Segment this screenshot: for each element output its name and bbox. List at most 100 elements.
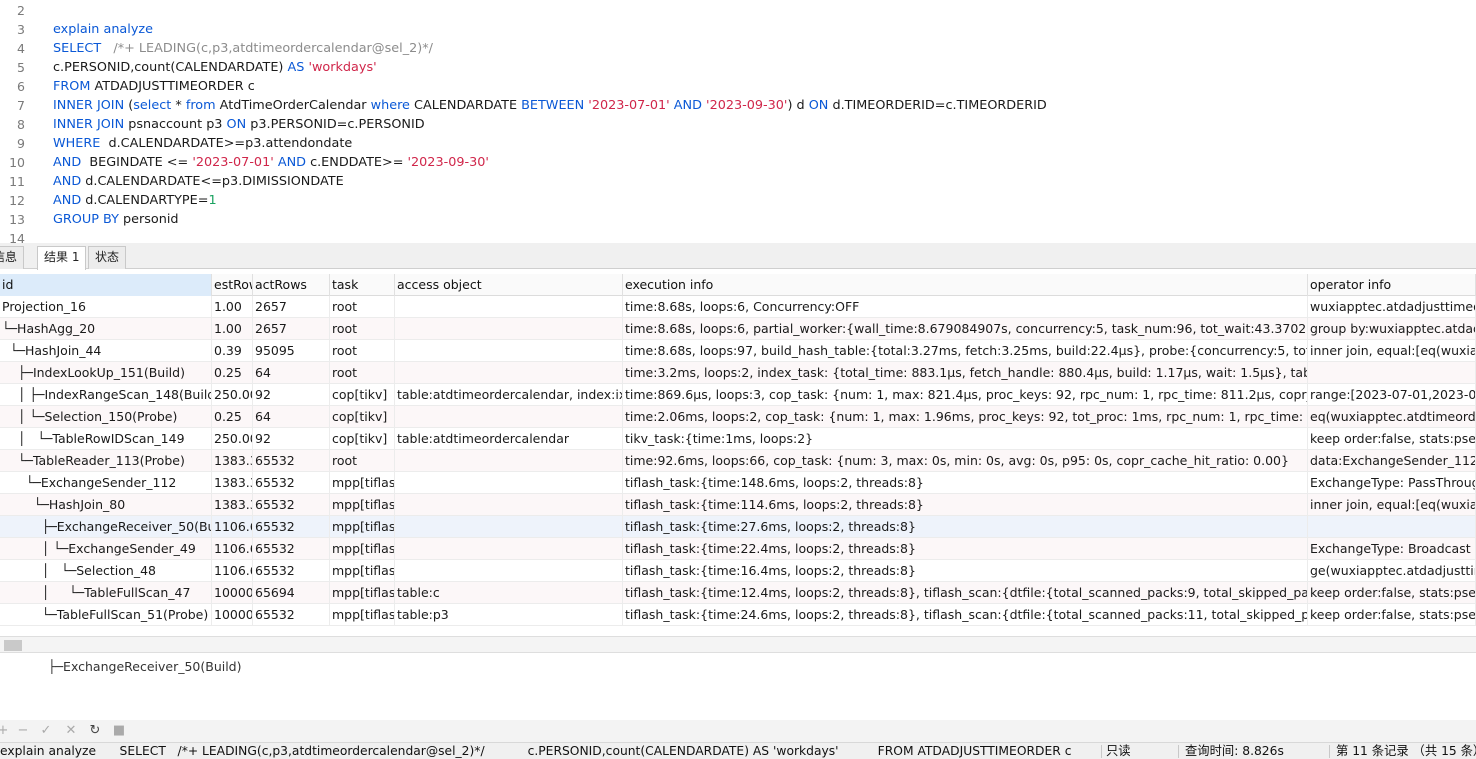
col-task-cell[interactable]: mpp[tiflash]	[330, 538, 395, 560]
col-operator-info-cell[interactable]: ExchangeType: Broadcast	[1308, 538, 1476, 560]
table-row[interactable]: └─TableFullScan_51(Probe)10000.0065532mp…	[0, 604, 1476, 626]
col-task-cell[interactable]: mpp[tiflash]	[330, 472, 395, 494]
col-task-cell[interactable]: cop[tikv]	[330, 428, 395, 450]
col-operator-info-cell[interactable]	[1308, 516, 1476, 538]
table-row[interactable]: │ └─Selection_150(Probe) 0.25 64 cop[tikv] t…	[0, 406, 1476, 428]
col-execution-info-cell[interactable]: time:8.68s, loops:6, Concurrency:OFF	[623, 296, 1308, 318]
table-row[interactable]: │ └─Selection_481106.6965532mpp[tiflash]…	[0, 560, 1476, 582]
col-access-object-cell[interactable]	[395, 538, 623, 560]
discard-changes-icon[interactable]: ✕	[62, 722, 80, 740]
col-operator-info-cell[interactable]: inner join, equal:[eq(wuxiapptec	[1308, 340, 1476, 362]
apply-changes-icon[interactable]: ✓	[37, 722, 55, 740]
col-est-rows-cell[interactable]: 10000.00	[212, 604, 253, 626]
col-task-cell[interactable]: root	[330, 450, 395, 472]
col-act-rows-cell[interactable]: 65532	[253, 604, 330, 626]
col-est-rows-cell[interactable]: 1106.69	[212, 560, 253, 582]
col-act-rows-cell[interactable]: 2657	[253, 296, 330, 318]
stop-icon[interactable]: ■	[110, 722, 128, 740]
col-est-rows-cell[interactable]: 1383.36	[212, 450, 253, 472]
col-act-rows-cell[interactable]: 65532	[253, 494, 330, 516]
col-execution-info-cell[interactable]: time:8.68s, loops:97, build_hash_table:{…	[623, 340, 1308, 362]
col-act-rows-cell[interactable]: 2657	[253, 318, 330, 340]
table-row[interactable]: ├─IndexLookUp_151(Build) 0.25 64 root time:3…	[0, 362, 1476, 384]
col-task-cell[interactable]: mpp[tiflash]	[330, 582, 395, 604]
col-id-header[interactable]: id	[0, 274, 212, 296]
col-est-rows-cell[interactable]: 0.25	[212, 406, 253, 428]
col-est-rows-cell[interactable]: 1106.69	[212, 516, 253, 538]
col-est-rows-cell[interactable]: 1.00	[212, 296, 253, 318]
col-task-cell[interactable]: root	[330, 340, 395, 362]
table-row[interactable]: │ └─ExchangeSender_491106.6965532mpp[tif…	[0, 538, 1476, 560]
col-est-rows-cell[interactable]: 1383.36	[212, 494, 253, 516]
col-access-object-cell[interactable]	[395, 450, 623, 472]
col-operator-info-cell[interactable]: keep order:false, stats:pseudo	[1308, 428, 1476, 450]
col-act-rows-cell[interactable]: 92	[253, 384, 330, 406]
table-row[interactable]: │ └─TableFullScan_4710000.0065694mpp[tif…	[0, 582, 1476, 604]
table-row[interactable]: ├─ExchangeReceiver_50(Build)1106.6965532…	[0, 516, 1476, 538]
col-act-rows-cell[interactable]: 64	[253, 406, 330, 428]
col-act-rows-cell[interactable]: 92	[253, 428, 330, 450]
col-task-cell[interactable]: cop[tikv]	[330, 384, 395, 406]
col-execution-info-cell[interactable]: tiflash_task:{time:16.4ms, loops:2, thre…	[623, 560, 1308, 582]
col-id-cell[interactable]: └─HashJoin_44	[0, 340, 212, 362]
table-row[interactable]: └─ExchangeSender_1121383.3665532mpp[tifl…	[0, 472, 1476, 494]
col-access-object-cell[interactable]	[395, 516, 623, 538]
col-id-cell[interactable]: │ └─Selection_150(Probe)	[0, 406, 212, 428]
table-row[interactable]: └─TableReader_113(Probe)1383.3665532root…	[0, 450, 1476, 472]
col-id-cell[interactable]: │ └─TableFullScan_47	[0, 582, 212, 604]
col-est-rows-cell[interactable]: 250.00	[212, 428, 253, 450]
col-act-rows-cell[interactable]: 64	[253, 362, 330, 384]
col-id-cell[interactable]: ├─ExchangeReceiver_50(Build)	[0, 516, 212, 538]
col-execution-info-header[interactable]: execution info	[623, 274, 1308, 296]
table-row[interactable]: │ ├─IndexRangeScan_148(Build)250.0092cop…	[0, 384, 1476, 406]
col-execution-info-cell[interactable]: time:3.2ms, loops:2, index_task: {total_…	[623, 362, 1308, 384]
col-operator-info-cell[interactable]: range:[2023-07-01,2023-09-30]	[1308, 384, 1476, 406]
col-task-cell[interactable]: root	[330, 296, 395, 318]
col-execution-info-cell[interactable]: time:92.6ms, loops:66, cop_task: {num: 3…	[623, 450, 1308, 472]
col-task-cell[interactable]: mpp[tiflash]	[330, 516, 395, 538]
col-task-cell[interactable]: mpp[tiflash]	[330, 604, 395, 626]
col-execution-info-cell[interactable]: tiflash_task:{time:114.6ms, loops:2, thr…	[623, 494, 1308, 516]
tab-result-1[interactable]: 结果 1	[37, 246, 87, 270]
col-est-rows-cell[interactable]: 10000.00	[212, 582, 253, 604]
delete-record-icon[interactable]: −	[14, 722, 32, 740]
col-id-cell[interactable]: Projection_16	[0, 296, 212, 318]
col-act-rows-cell[interactable]: 65532	[253, 516, 330, 538]
col-execution-info-cell[interactable]: tiflash_task:{time:12.4ms, loops:2, thre…	[623, 582, 1308, 604]
col-operator-info-header[interactable]: operator info	[1308, 274, 1476, 296]
col-execution-info-cell[interactable]: time:8.68s, loops:6, partial_worker:{wal…	[623, 318, 1308, 340]
table-row[interactable]: └─HashJoin_44 0.39 95095 root time:8.68s, lo…	[0, 340, 1476, 362]
refresh-icon[interactable]: ↻	[86, 722, 104, 740]
col-task-cell[interactable]: cop[tikv]	[330, 406, 395, 428]
col-access-object-cell[interactable]	[395, 318, 623, 340]
col-act-rows-cell[interactable]: 65532	[253, 472, 330, 494]
col-operator-info-cell[interactable]: data:ExchangeSender_112	[1308, 450, 1476, 472]
col-act-rows-header[interactable]: actRows	[253, 274, 330, 296]
table-row[interactable]: │ └─TableRowIDScan_149250.0092cop[tikv]t…	[0, 428, 1476, 450]
col-est-rows-cell[interactable]: 250.00	[212, 384, 253, 406]
col-id-cell[interactable]: │ └─TableRowIDScan_149	[0, 428, 212, 450]
col-access-object-cell[interactable]	[395, 362, 623, 384]
col-operator-info-cell[interactable]: keep order:false, stats:pseudo	[1308, 582, 1476, 604]
col-id-cell[interactable]: │ ├─IndexRangeScan_148(Build)	[0, 384, 212, 406]
col-id-cell[interactable]: └─TableReader_113(Probe)	[0, 450, 212, 472]
col-task-cell[interactable]: root	[330, 362, 395, 384]
col-est-rows-cell[interactable]: 1383.36	[212, 472, 253, 494]
col-execution-info-cell[interactable]: tiflash_task:{time:22.4ms, loops:2, thre…	[623, 538, 1308, 560]
col-access-object-cell[interactable]: table:atdtimeordercalendar	[395, 428, 623, 450]
col-execution-info-cell[interactable]: tikv_task:{time:1ms, loops:2}	[623, 428, 1308, 450]
col-act-rows-cell[interactable]: 65532	[253, 450, 330, 472]
col-access-object-cell[interactable]	[395, 296, 623, 318]
table-row[interactable]: Projection_16 1.00 2657 root time:8.68s, loo…	[0, 296, 1476, 318]
col-task-cell[interactable]: mpp[tiflash]	[330, 560, 395, 582]
col-operator-info-cell[interactable]: ge(wuxiapptec.atdadjusttimeorder	[1308, 560, 1476, 582]
scrollbar-thumb[interactable]	[4, 640, 22, 651]
col-access-object-cell[interactable]	[395, 494, 623, 516]
col-act-rows-cell[interactable]: 65694	[253, 582, 330, 604]
tab-status[interactable]: 状态	[88, 246, 127, 269]
col-act-rows-cell[interactable]: 65532	[253, 560, 330, 582]
col-execution-info-cell[interactable]: tiflash_task:{time:148.6ms, loops:2, thr…	[623, 472, 1308, 494]
col-act-rows-cell[interactable]: 95095	[253, 340, 330, 362]
col-id-cell[interactable]: └─TableFullScan_51(Probe)	[0, 604, 212, 626]
col-access-object-cell[interactable]: table:p3	[395, 604, 623, 626]
